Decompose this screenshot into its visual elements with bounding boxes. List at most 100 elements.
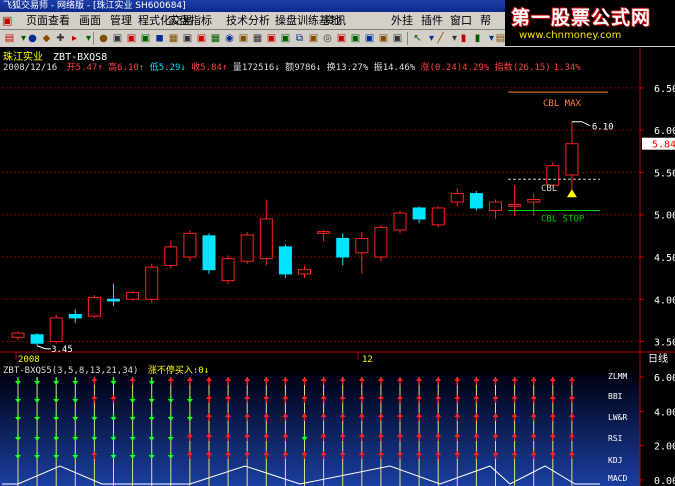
- menu-item-1[interactable]: 查看: [48, 12, 70, 29]
- play-icon[interactable]: ▸: [68, 32, 81, 45]
- candle-body[interactable]: [393, 212, 407, 231]
- menu-item-5[interactable]: 实盘指标: [168, 12, 212, 29]
- window-icon[interactable]: ▣: [265, 32, 278, 45]
- candle-body[interactable]: [221, 258, 235, 282]
- candle-body[interactable]: [259, 218, 273, 260]
- toolbar-separator: [93, 32, 94, 45]
- candle-body[interactable]: [469, 193, 483, 209]
- window-icon[interactable]: ▣: [349, 32, 362, 45]
- candle-body[interactable]: [126, 292, 140, 300]
- candle-body[interactable]: [87, 297, 101, 317]
- circle-icon[interactable]: ●: [97, 32, 110, 45]
- candle-body[interactable]: [546, 165, 560, 186]
- chart-area[interactable]: 6.50 6.00 5.50 5.00 4.50 4.00 3.50 5.84 6.10 3.45…: [0, 47, 675, 486]
- grid-icon[interactable]: ▦: [251, 32, 264, 45]
- record-icon[interactable]: ●: [26, 32, 39, 45]
- window-icon[interactable]: ▣: [279, 32, 292, 45]
- candle-body[interactable]: [11, 332, 25, 338]
- candle-body[interactable]: [450, 193, 464, 203]
- menu-item-9[interactable]: 外挂: [391, 12, 413, 29]
- candle-body[interactable]: [336, 237, 350, 258]
- indicator-title[interactable]: ZBT-BXQS5(3,5,8,13,21,34): [3, 366, 138, 376]
- candle-body[interactable]: [107, 298, 120, 302]
- period-label[interactable]: 日线: [648, 352, 668, 365]
- price-tick-label: 6.00: [654, 126, 675, 137]
- high-value: 6.10: [117, 63, 139, 73]
- indicator-row-label: KDJ: [608, 456, 622, 465]
- candle-body[interactable]: [30, 334, 44, 344]
- menu-item-12[interactable]: 帮: [480, 12, 491, 29]
- up-arrow-icon: ↑: [221, 63, 228, 73]
- target-icon[interactable]: ◉: [223, 32, 236, 45]
- price-tick-label: 6.50: [654, 84, 675, 95]
- window-icon[interactable]: ▣: [391, 32, 404, 45]
- grid-icon[interactable]: ▦: [167, 32, 180, 45]
- cursor-icon[interactable]: ↖: [411, 32, 424, 45]
- high-marker-label: 6.10: [592, 123, 614, 133]
- vol-value: 172516: [241, 63, 275, 73]
- indicator-tick-label: 4.00: [654, 407, 675, 418]
- candle-body[interactable]: [431, 207, 445, 226]
- block-icon[interactable]: ◼: [153, 32, 166, 45]
- candle-body[interactable]: [183, 232, 197, 258]
- line-tool-icon[interactable]: ╱: [434, 32, 447, 45]
- candle-body[interactable]: [355, 237, 369, 254]
- cbl-triangle-marker: [566, 189, 577, 198]
- price-tick-label: 5.50: [654, 168, 675, 179]
- indicator-row-label: BBI: [608, 392, 623, 401]
- candle-body[interactable]: [278, 246, 292, 275]
- window-icon[interactable]: ▣: [307, 32, 320, 45]
- candle-body[interactable]: [374, 226, 388, 258]
- crosshair-icon[interactable]: ✚: [54, 32, 67, 45]
- grid-icon[interactable]: ▦: [209, 32, 222, 45]
- candle-body[interactable]: [68, 313, 82, 319]
- candle-body[interactable]: [527, 199, 541, 203]
- candle-body[interactable]: [565, 143, 579, 176]
- window-icon[interactable]: ▣: [125, 32, 138, 45]
- high-label: 高: [108, 63, 118, 73]
- amt-value: 9786: [294, 63, 316, 73]
- window-icon[interactable]: ▣: [139, 32, 152, 45]
- candle-body[interactable]: [298, 269, 311, 275]
- up-arrow-icon: ↑: [97, 63, 103, 73]
- bar-icon[interactable]: ▮: [471, 32, 484, 45]
- window-icon[interactable]: ▣: [181, 32, 194, 45]
- candle-body[interactable]: [145, 266, 159, 300]
- indicator-row-label: MACD: [608, 474, 627, 483]
- menu-item-10[interactable]: 插件: [421, 12, 443, 29]
- window-icon[interactable]: ▣: [237, 32, 250, 45]
- ring-icon[interactable]: ◎: [321, 32, 334, 45]
- bar-icon[interactable]: ▮: [457, 32, 470, 45]
- menu-item-3[interactable]: 管理: [110, 12, 132, 29]
- index-label: 指数: [494, 63, 513, 73]
- window-icon[interactable]: ▣: [335, 32, 348, 45]
- price-chart[interactable]: 6.50 6.00 5.50 5.00 4.50 4.00 3.50 5.84 6.10 3.45…: [0, 47, 675, 486]
- diamond-icon[interactable]: ◆: [40, 32, 53, 45]
- menu-item-8[interactable]: 资讯: [324, 12, 346, 29]
- indicator-row-label: ZLMM: [608, 372, 627, 381]
- menu-item-2[interactable]: 画面: [79, 12, 101, 29]
- app-menu-icon[interactable]: ▣: [2, 12, 12, 29]
- toolbar-separator: [407, 32, 408, 45]
- menu-item-0[interactable]: 页面: [26, 12, 48, 29]
- candle-body[interactable]: [489, 201, 502, 212]
- menu-item-11[interactable]: 窗口: [450, 12, 472, 29]
- candle-body[interactable]: [49, 317, 63, 343]
- window-icon[interactable]: ▣: [111, 32, 124, 45]
- window-icon[interactable]: ▣: [363, 32, 376, 45]
- copy-icon[interactable]: ⧉: [293, 32, 306, 45]
- window-icon[interactable]: ▣: [377, 32, 390, 45]
- candle-body[interactable]: [317, 231, 331, 234]
- candle-body[interactable]: [202, 235, 216, 271]
- candle-body[interactable]: [508, 204, 522, 207]
- candle-body[interactable]: [164, 246, 178, 266]
- menu-item-6[interactable]: 技术分析: [226, 12, 270, 29]
- open-icon[interactable]: ▤: [3, 32, 16, 45]
- window-icon[interactable]: ▣: [195, 32, 208, 45]
- price-tick-label: 3.50: [654, 338, 675, 349]
- candle-body[interactable]: [412, 207, 426, 220]
- indicator-tick-label: 2.00: [654, 442, 675, 453]
- down-arrow-icon: ↓: [203, 366, 210, 376]
- indicator-row-label: LW&R: [608, 413, 627, 422]
- candle-body[interactable]: [240, 234, 254, 262]
